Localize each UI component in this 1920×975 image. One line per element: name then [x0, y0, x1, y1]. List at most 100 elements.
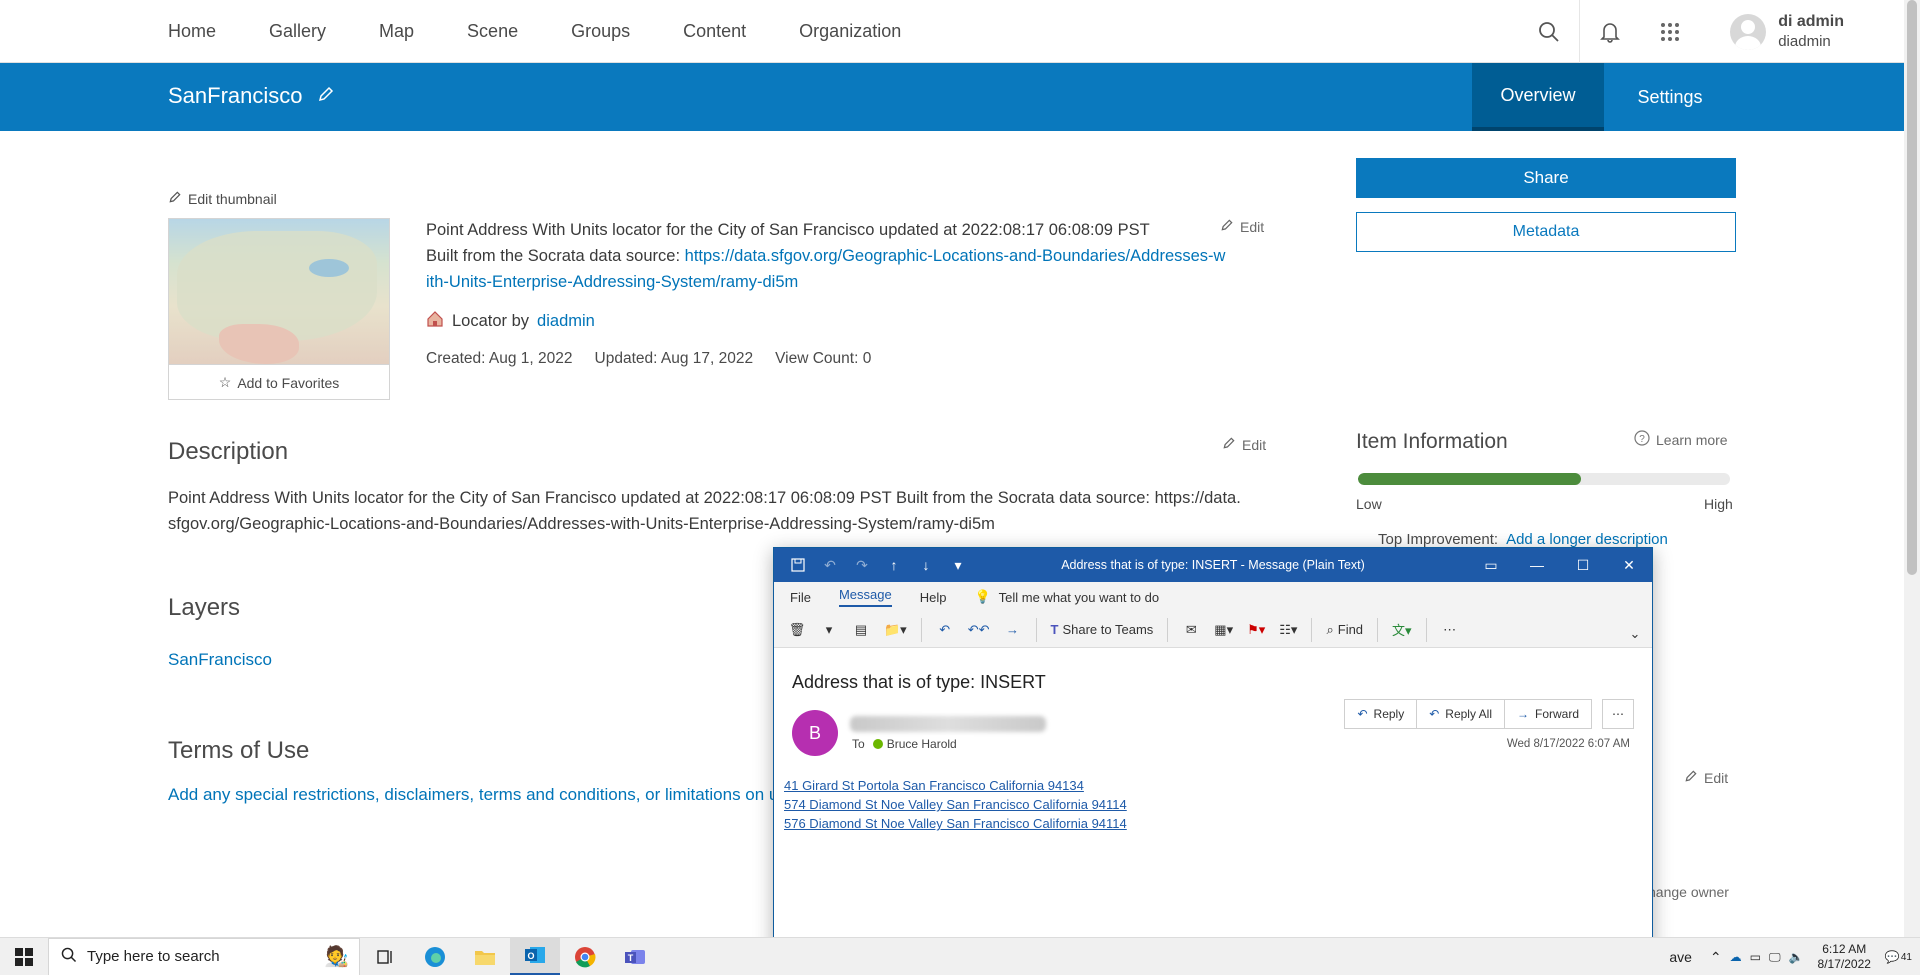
user-menu[interactable]: di admin diadmin — [1730, 13, 1844, 50]
tab-file[interactable]: File — [790, 590, 811, 605]
search-icon: ⌕ — [1326, 621, 1334, 637]
mail-icon[interactable]: ✉ — [1178, 616, 1204, 644]
add-to-favorites-button[interactable]: ☆ Add to Favorites — [169, 364, 389, 400]
item-stats: Created: Aug 1, 2022 Updated: Aug 17, 20… — [426, 350, 871, 368]
reply-icon[interactable]: ↶ — [932, 616, 958, 644]
layer-link[interactable]: SanFrancisco — [168, 650, 272, 670]
rules-icon[interactable]: ☷▾ — [1275, 616, 1301, 644]
onedrive-icon[interactable]: ☁ — [1730, 950, 1742, 964]
item-quality-fill — [1358, 473, 1582, 485]
change-owner-link[interactable]: hange owner — [1648, 884, 1729, 900]
page-scrollbar[interactable] — [1904, 0, 1920, 937]
summary-edit-button[interactable]: Edit — [1220, 218, 1264, 235]
translate-icon[interactable]: 文▾ — [1388, 616, 1416, 644]
metadata-button[interactable]: Metadata — [1356, 212, 1736, 252]
undo-icon[interactable]: ↶ — [820, 557, 840, 574]
clock-date: 8/17/2022 — [1817, 957, 1871, 971]
tab-help[interactable]: Help — [920, 590, 947, 605]
chevron-up-icon[interactable]: ⌃ — [1710, 949, 1722, 966]
nav-groups[interactable]: Groups — [571, 21, 630, 42]
close-icon[interactable]: ✕ — [1606, 548, 1652, 582]
up-arrow-icon[interactable]: ↑ — [884, 557, 904, 573]
pencil-icon[interactable] — [317, 83, 335, 109]
teams-icon[interactable]: T — [610, 938, 660, 975]
bell-icon[interactable] — [1580, 0, 1640, 63]
more-actions-icon[interactable]: ⋯ — [1602, 699, 1634, 729]
summary-text: Point Address With Units locator for the… — [426, 221, 1150, 239]
reply-all-button[interactable]: ↶ Reply All — [1416, 699, 1505, 729]
taskbar-search-box[interactable]: Type here to search 🧑‍🎨 — [48, 937, 360, 975]
reply-all-icon[interactable]: ↶↶ — [964, 616, 994, 644]
down-arrow-icon[interactable]: ↓ — [916, 557, 936, 573]
flag-icon[interactable]: ⚑▾ — [1243, 616, 1269, 644]
learn-more-link[interactable]: ? Learn more — [1634, 430, 1728, 449]
archive-icon[interactable]: ▤ — [848, 616, 874, 644]
reply-button[interactable]: ↶ Reply — [1344, 699, 1418, 729]
tab-message[interactable]: Message — [838, 587, 892, 607]
more-options-icon[interactable]: ⋯ — [1437, 616, 1463, 644]
owner-link[interactable]: diadmin — [537, 312, 595, 331]
tell-me-search[interactable]: 💡 Tell me what you want to do — [974, 589, 1159, 605]
nav-scene[interactable]: Scene — [467, 21, 518, 42]
share-to-teams-button[interactable]: T Share to Teams — [1047, 616, 1158, 644]
tab-settings[interactable]: Settings — [1604, 63, 1736, 131]
taskbar-search-placeholder: Type here to search — [87, 948, 220, 965]
address-link[interactable]: 574 Diamond St Noe Valley San Francisco … — [784, 795, 1127, 814]
top-improvement-link[interactable]: Add a longer description — [1506, 531, 1668, 548]
nav-gallery[interactable]: Gallery — [269, 21, 326, 42]
learn-more-label: Learn more — [1656, 431, 1728, 448]
maximize-icon[interactable]: ☐ — [1560, 548, 1606, 582]
share-button[interactable]: Share — [1356, 158, 1736, 198]
volume-icon[interactable]: 🔈 — [1789, 950, 1804, 964]
edge-icon[interactable] — [410, 938, 460, 975]
search-icon — [61, 947, 77, 967]
ribbon-display-icon[interactable]: ▭ — [1468, 548, 1514, 582]
redo-icon[interactable]: ↷ — [852, 557, 872, 574]
network-icon[interactable]: 🖵 — [1769, 950, 1781, 965]
expand-ribbon-icon[interactable]: ⌄ — [1622, 620, 1648, 648]
move-icon[interactable]: 📁▾ — [880, 616, 911, 644]
recipient-name[interactable]: Bruce Harold — [887, 737, 957, 751]
categorize-icon[interactable]: ▦▾ — [1210, 616, 1237, 644]
window-titlebar: ↶ ↷ ↑ ↓ ▾ Address that is of type: INSER… — [774, 548, 1652, 582]
share-to-teams-label: Share to Teams — [1062, 622, 1154, 637]
address-link[interactable]: 41 Girard St Portola San Francisco Calif… — [784, 776, 1127, 795]
delete-icon[interactable]: 🗑 — [784, 616, 810, 644]
notifications-icon[interactable]: 💬 41 — [1885, 950, 1912, 964]
message-actions: ↶ Reply ↶ Reply All → Forward ⋯ — [1344, 699, 1634, 729]
created-date: Created: Aug 1, 2022 — [426, 350, 573, 367]
app-launcher-icon[interactable] — [1640, 0, 1700, 63]
nav-organization[interactable]: Organization — [799, 21, 901, 42]
window-controls: ▭ — ☐ ✕ — [1468, 548, 1652, 582]
task-view-icon[interactable] — [360, 938, 410, 975]
delete-dropdown-icon[interactable]: ▾ — [816, 616, 842, 644]
avatar — [1730, 13, 1767, 50]
tab-overview[interactable]: Overview — [1472, 63, 1604, 131]
nav-content[interactable]: Content — [683, 21, 746, 42]
battery-icon[interactable]: ▭ — [1750, 950, 1761, 964]
file-explorer-icon[interactable] — [460, 938, 510, 975]
scrollbar-thumb[interactable] — [1907, 0, 1917, 575]
view-count: View Count: 0 — [775, 350, 872, 367]
forward-button[interactable]: → Forward — [1503, 699, 1592, 729]
edit-thumbnail-label: Edit thumbnail — [188, 190, 277, 207]
quick-access-toolbar: ↶ ↷ ↑ ↓ ▾ — [774, 557, 968, 574]
clock[interactable]: 6:12 AM 8/17/2022 — [1818, 942, 1871, 972]
search-icon[interactable] — [1519, 0, 1579, 63]
nav-home[interactable]: Home — [168, 21, 216, 42]
edit-thumbnail-link[interactable]: Edit thumbnail — [168, 190, 277, 207]
minimize-icon[interactable]: — — [1514, 548, 1560, 582]
address-link[interactable]: 576 Diamond St Noe Valley San Francisco … — [784, 814, 1127, 833]
nav-map[interactable]: Map — [379, 21, 414, 42]
description-edit-button[interactable]: Edit — [1222, 436, 1266, 453]
find-button[interactable]: ⌕ Find — [1322, 616, 1367, 644]
windows-start-icon[interactable] — [0, 938, 48, 975]
chrome-icon[interactable] — [560, 938, 610, 975]
terms-edit-button[interactable]: Edit — [1684, 769, 1728, 786]
forward-icon[interactable]: → — [1000, 616, 1026, 644]
save-icon[interactable] — [788, 558, 808, 572]
customize-toolbar-icon[interactable]: ▾ — [948, 557, 968, 574]
item-quality-bar — [1358, 473, 1730, 485]
description-text: Point Address With Units locator for the… — [168, 489, 1241, 533]
outlook-icon[interactable]: O — [510, 937, 560, 975]
